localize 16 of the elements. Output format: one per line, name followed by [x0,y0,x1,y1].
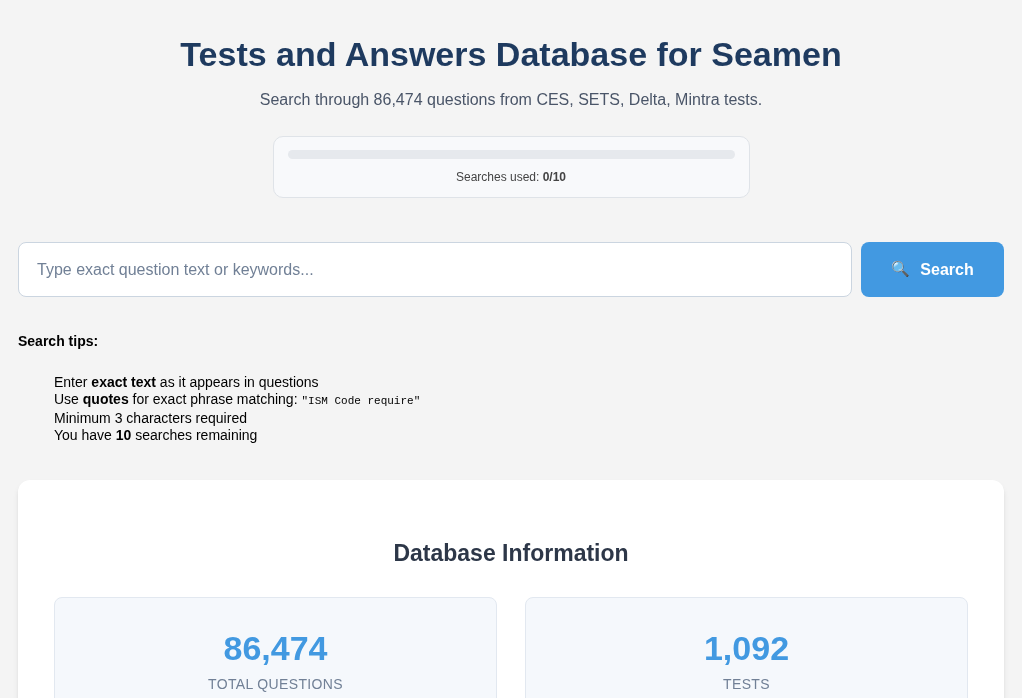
search-field[interactable]: Type exact question text or keywords... [18,242,852,297]
tip-text: Use quotes for exact phrase matching: "ISM Code require" [54,391,422,409]
page-subtitle: Search through 86,474 questions from CES, SETS, Delta, Mintra tests. [258,90,764,110]
page-title: Tests and Answers Database for Seamen [179,34,843,75]
search-icon: 🔍 [891,258,911,281]
search-button[interactable]: 🔍 Search [861,242,1004,297]
stat-value: 1,092 [702,627,791,669]
stat-label: TOTAL QUESTIONS [207,674,344,694]
usage-text: Searches used: 0/10 [454,169,568,186]
tip-text: You have 10 searches remaining [54,427,259,444]
stat-label: TESTS [722,674,771,694]
tip-text: Enter exact text as it appears in questions [54,374,320,391]
tips-heading: Search tips: [18,332,100,351]
info-heading: Database Information [392,539,630,568]
tip-text: Minimum 3 characters required [54,410,248,427]
stat-value: 86,474 [222,627,329,669]
